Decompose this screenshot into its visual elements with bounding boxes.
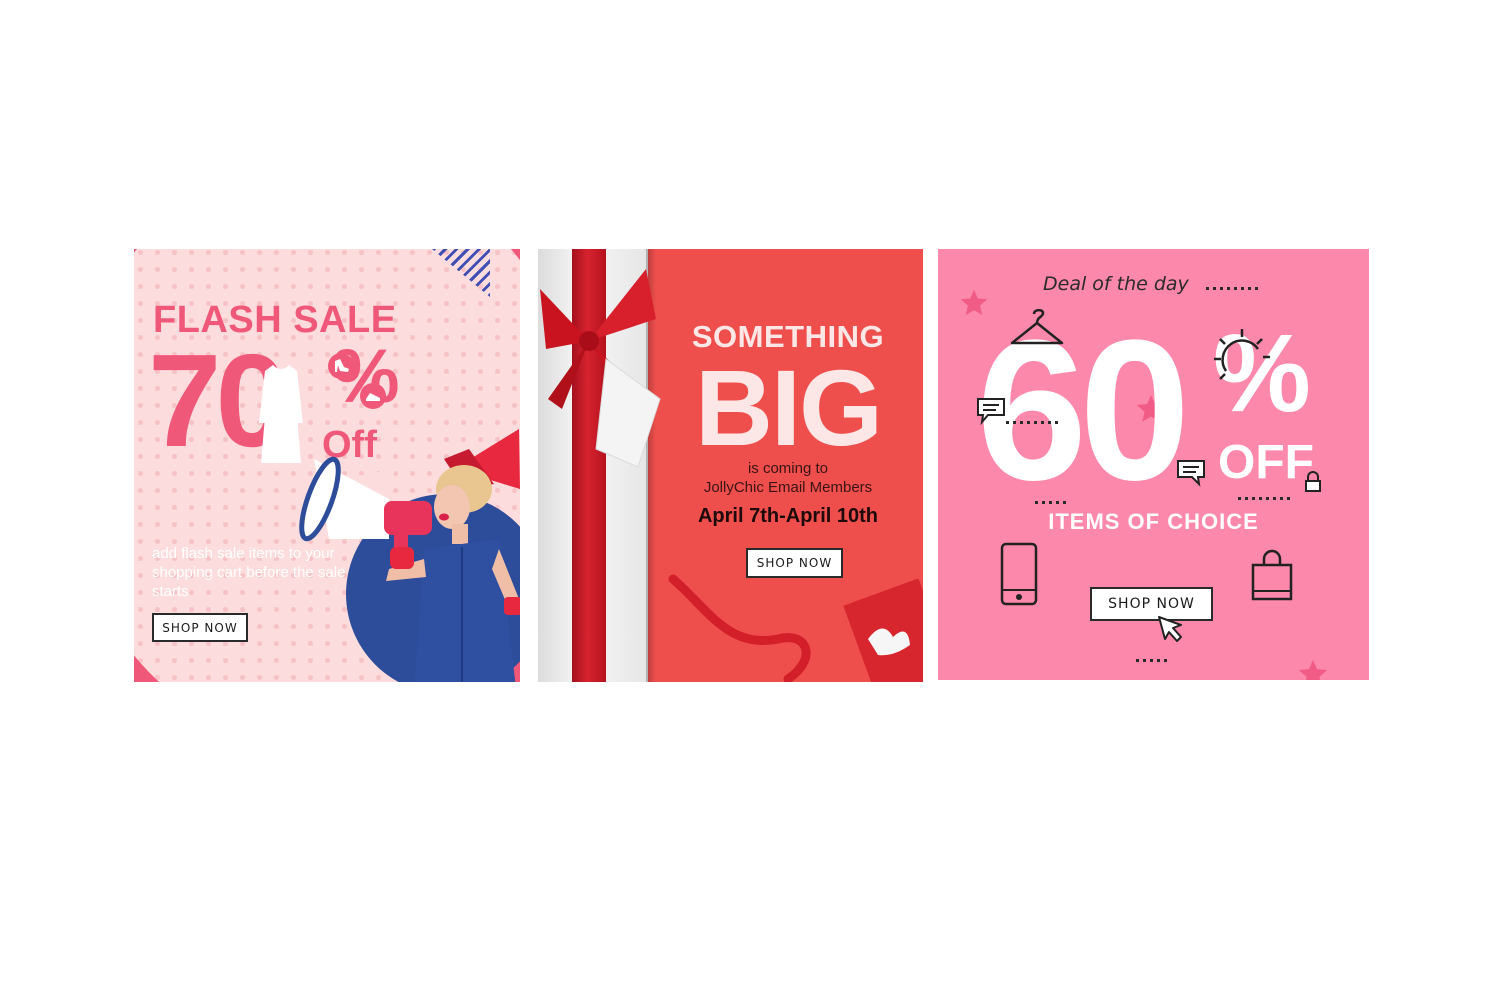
shop-now-button[interactable]: SHOP NOW: [152, 613, 248, 642]
dotted-line: [1136, 659, 1168, 662]
lock-icon: [1305, 471, 1321, 492]
something-big-banner[interactable]: SOMETHING BIG is coming to JollyChic Ema…: [538, 249, 923, 682]
dotted-line: [1006, 421, 1062, 424]
flash-sale-description: add flash sale items to your shopping ca…: [152, 545, 346, 600]
deal-of-the-day-banner[interactable]: Deal of the day 60 % OFF ITEMS OF CHOICE…: [938, 249, 1369, 680]
chat-icon: [977, 398, 1005, 425]
ribbon-curl: [668, 574, 811, 682]
cursor-icon: [1158, 616, 1182, 642]
shop-now-button[interactable]: SHOP NOW: [1090, 587, 1213, 621]
phone-icon: [1000, 542, 1038, 606]
star-icon: [1298, 659, 1328, 680]
gift-box-icon: [843, 579, 923, 682]
big-word: BIG: [694, 347, 883, 468]
dotted-line: [1206, 287, 1262, 290]
dotted-line: [1035, 501, 1067, 504]
shopping-bag-icon: [1251, 549, 1293, 601]
heel-icon: [328, 353, 354, 379]
discount-number: 60: [976, 299, 1190, 522]
coming-to-text: is coming to: [747, 460, 829, 477]
shoe-icon: [360, 383, 386, 409]
sun-icon: [1214, 329, 1270, 380]
chat-icon: [1177, 460, 1205, 487]
hanger-icon: [1010, 309, 1064, 345]
members-text: JollyChic Email Members: [703, 479, 873, 496]
dotted-line: [1238, 497, 1294, 500]
items-of-choice: ITEMS OF CHOICE: [1048, 509, 1259, 534]
off-label: OFF: [1218, 436, 1314, 489]
flash-sale-banner[interactable]: FLASH SALE 70 % Off add flash sale items…: [134, 249, 520, 682]
deal-of-the-day-title: Deal of the day: [1043, 273, 1189, 295]
sale-dates: April 7th-April 10th: [697, 505, 878, 527]
